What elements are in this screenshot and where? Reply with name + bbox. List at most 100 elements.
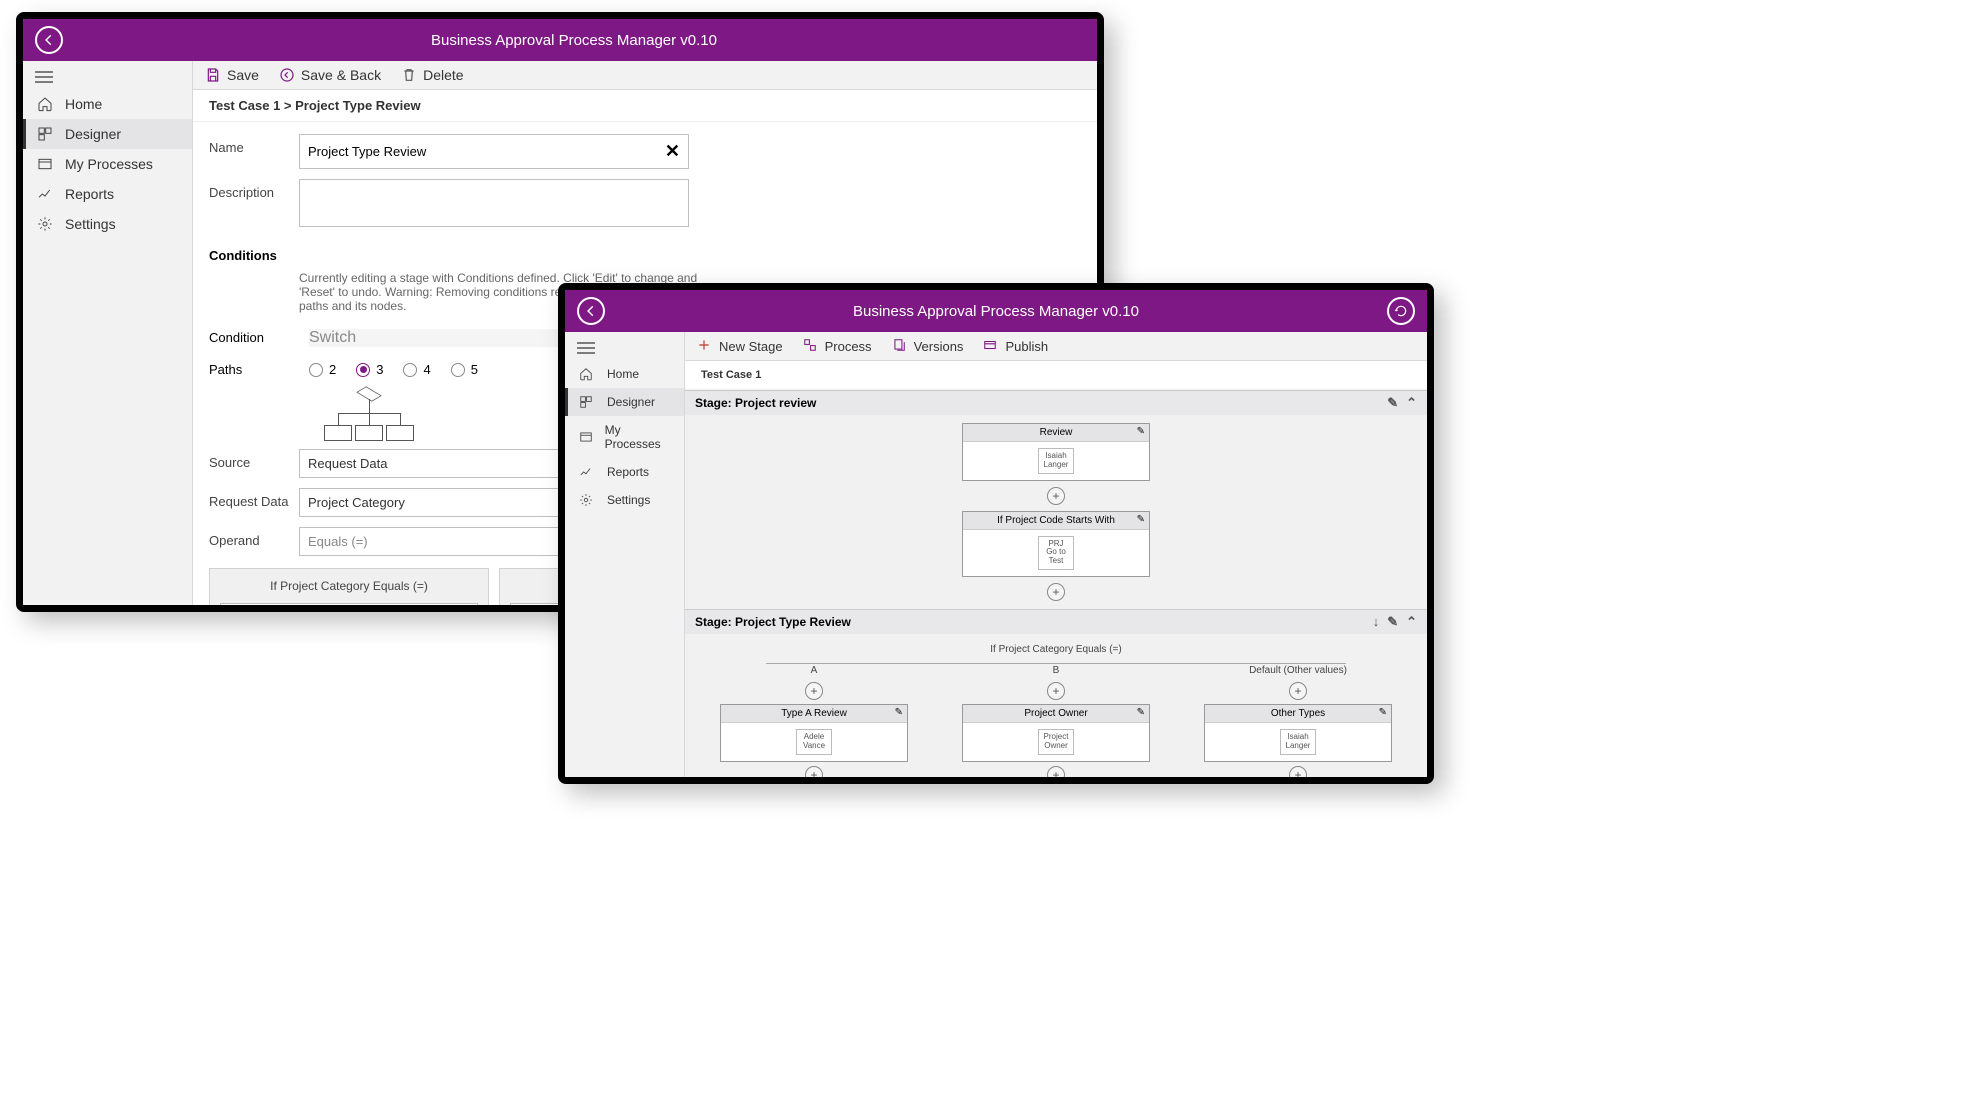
delete-button[interactable]: Delete	[401, 67, 463, 83]
save-button[interactable]: Save	[205, 67, 259, 83]
operand-value: Equals (=)	[308, 534, 368, 549]
description-label: Description	[209, 179, 299, 200]
sidebar-item-home[interactable]: Home	[565, 360, 684, 388]
designer-icon	[37, 126, 55, 142]
name-input[interactable]: Project Type Review ✕	[299, 134, 689, 169]
save-back-button[interactable]: Save & Back	[279, 67, 381, 83]
name-value: Project Type Review	[308, 144, 426, 159]
add-node-button[interactable]: +	[1289, 682, 1307, 700]
save-icon	[205, 67, 221, 83]
node-condition[interactable]: If Project Code Starts With✎ PRJ Go to T…	[962, 511, 1150, 577]
add-node-button[interactable]: +	[1047, 583, 1065, 601]
radio-label: 5	[471, 362, 478, 377]
radio-label: 2	[329, 362, 336, 377]
source-label: Source	[209, 449, 299, 470]
sidebar-item-label: Designer	[65, 126, 121, 142]
sidebar-item-my-processes[interactable]: My Processes	[565, 416, 684, 458]
add-node-button[interactable]: +	[805, 766, 823, 777]
titlebar: Business Approval Process Manager v0.10	[23, 19, 1097, 61]
sidebar-item-settings[interactable]: Settings	[23, 209, 192, 239]
process-button[interactable]: Process	[803, 338, 872, 354]
node-assignee: Isaiah Langer	[1280, 729, 1316, 755]
node-assignee: Isaiah Langer	[1038, 448, 1074, 474]
process-icon	[803, 338, 819, 354]
edit-icon[interactable]: ✎	[1387, 395, 1398, 411]
edit-icon[interactable]: ✎	[1137, 514, 1145, 525]
move-down-icon[interactable]: ↓	[1373, 614, 1380, 630]
paths-radio-4[interactable]: 4	[403, 362, 430, 377]
sidebar-item-label: Home	[65, 96, 102, 112]
sidebar-item-reports[interactable]: Reports	[23, 179, 192, 209]
sidebar-item-label: Settings	[607, 493, 650, 507]
edit-icon[interactable]: ✎	[1137, 707, 1145, 718]
sidebar-item-settings[interactable]: Settings	[565, 486, 684, 514]
publish-icon	[983, 338, 999, 354]
add-node-button[interactable]: +	[1047, 682, 1065, 700]
edit-icon[interactable]: ✎	[1379, 707, 1387, 718]
node-other-types[interactable]: Other Types✎ Isaiah Langer	[1204, 704, 1392, 762]
sidebar-item-label: Settings	[65, 216, 116, 232]
sidebar-item-reports[interactable]: Reports	[565, 458, 684, 486]
edit-icon[interactable]: ✎	[1137, 426, 1145, 437]
stage-header: Stage: Project review ✎ ⌃	[685, 391, 1427, 415]
titlebar: Business Approval Process Manager v0.10	[565, 290, 1427, 332]
publish-button[interactable]: Publish	[983, 338, 1048, 354]
gear-icon	[37, 216, 55, 232]
versions-button[interactable]: Versions	[892, 338, 964, 354]
sidebar-item-designer[interactable]: Designer	[565, 388, 684, 416]
hamburger-menu[interactable]	[565, 336, 684, 360]
hamburger-icon	[35, 71, 53, 83]
plus-icon	[697, 338, 713, 354]
add-node-button[interactable]: +	[1047, 487, 1065, 505]
new-stage-button[interactable]: New Stage	[697, 338, 783, 354]
paths-radio-3[interactable]: 3	[356, 362, 383, 377]
radio-icon	[309, 363, 323, 377]
designer-canvas: Stage: Project review ✎ ⌃ Review ✎ Isaiah…	[685, 390, 1427, 777]
breadcrumb: Test Case 1 > Project Type Review	[193, 90, 1097, 122]
branch-b: B + Project Owner✎ Project Owner +	[962, 663, 1150, 777]
description-input[interactable]	[299, 179, 689, 227]
node-review[interactable]: Review ✎ Isaiah Langer	[962, 423, 1150, 481]
switch-type-select[interactable]: Static value ⌵	[220, 603, 478, 605]
trash-icon	[401, 67, 417, 83]
back-button[interactable]	[35, 26, 63, 54]
node-type-a-review[interactable]: Type A Review✎ Adele Vance	[720, 704, 908, 762]
clear-icon[interactable]: ✕	[665, 141, 680, 162]
sidebar-item-my-processes[interactable]: My Processes	[23, 149, 192, 179]
paths-radio-2[interactable]: 2	[309, 362, 336, 377]
paths-label: Paths	[209, 362, 299, 377]
edit-icon[interactable]: ✎	[895, 707, 903, 718]
add-node-button[interactable]: +	[1047, 766, 1065, 777]
collapse-icon[interactable]: ⌃	[1406, 614, 1417, 630]
paths-radio-5[interactable]: 5	[451, 362, 478, 377]
node-project-owner[interactable]: Project Owner✎ Project Owner	[962, 704, 1150, 762]
tool-label: Versions	[914, 339, 964, 354]
refresh-button[interactable]	[1387, 297, 1415, 325]
branch-row: A + Type A Review✎ Adele Vance + B +	[693, 663, 1419, 777]
branch-label: B	[1053, 665, 1060, 676]
add-node-button[interactable]: +	[805, 682, 823, 700]
switch-card-header: If Project Category Equals (=)	[220, 579, 478, 593]
stage-project-type-review: Stage: Project Type Review ↓ ✎ ⌃ If Proj…	[685, 609, 1427, 777]
main-panel: New Stage Process Versions Publish Test …	[685, 332, 1427, 777]
sidebar-item-home[interactable]: Home	[23, 89, 192, 119]
add-node-button[interactable]: +	[1289, 766, 1307, 777]
toolbar: New Stage Process Versions Publish	[685, 332, 1427, 361]
sidebar-item-label: Designer	[607, 395, 655, 409]
node-title: Review	[1040, 427, 1073, 438]
tool-label: Save & Back	[301, 67, 381, 83]
back-button[interactable]	[577, 297, 605, 325]
collapse-icon[interactable]: ⌃	[1406, 395, 1417, 411]
radio-icon	[451, 363, 465, 377]
radio-label: 4	[423, 362, 430, 377]
node-assignee: Adele Vance	[796, 729, 832, 755]
sidebar-item-label: Home	[607, 367, 639, 381]
breadcrumb: Test Case 1	[685, 361, 1427, 390]
tree-diagram	[309, 387, 429, 441]
edit-icon[interactable]: ✎	[1387, 614, 1398, 630]
tool-label: Publish	[1005, 339, 1048, 354]
sidebar-item-label: Reports	[65, 186, 114, 202]
sidebar-item-designer[interactable]: Designer	[23, 119, 192, 149]
node-assignee: Project Owner	[1038, 729, 1074, 755]
hamburger-menu[interactable]	[23, 65, 192, 89]
